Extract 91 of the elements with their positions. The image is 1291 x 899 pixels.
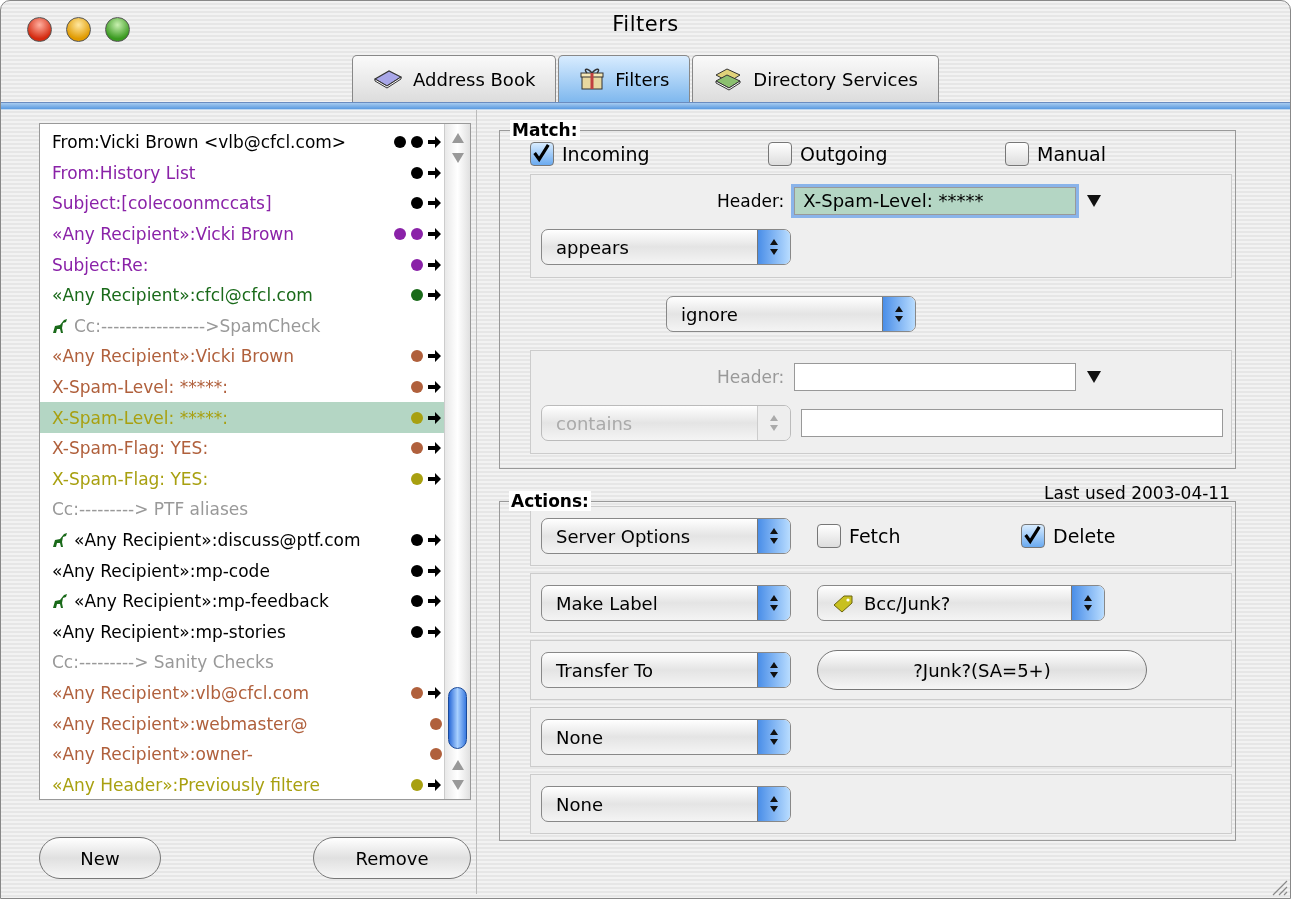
checkbox[interactable]: Delete (1021, 524, 1116, 548)
filter-name: Subject:[colecoonmccats] (52, 193, 272, 214)
filter-name: X-Spam-Level: *****: (52, 377, 228, 398)
checkbox[interactable]: Manual (1005, 142, 1232, 166)
filter-name: «Any Recipient»:discuss@ptf.com (74, 530, 361, 550)
tab[interactable]: Address Book (352, 55, 557, 102)
books-icon (713, 67, 744, 91)
scroll-thumb[interactable] (448, 687, 467, 749)
header-label: Header: (717, 367, 785, 387)
header-field[interactable]: X-Spam-Level: ***** (794, 187, 1077, 215)
updown-arrows-icon (894, 305, 904, 323)
filter-name: «Any Recipient»:Vicki Brown (52, 346, 295, 367)
filter-name: From:Vicki Brown <vlb@cfcl.com> (52, 132, 347, 153)
filter-row[interactable]: «Any Recipient»:mp-stories (40, 616, 444, 648)
scroll-down-icon[interactable] (450, 152, 465, 164)
checkmark-icon (1022, 525, 1042, 545)
updown-arrows-icon (769, 661, 779, 679)
push-button[interactable]: Remove (313, 837, 471, 879)
filter-row[interactable]: «Any Recipient»:mp-code (40, 555, 444, 586)
filter-name: «Any Recipient»:mp-feedback (74, 591, 329, 612)
checkbox[interactable]: Fetch (817, 524, 1021, 548)
filter-row[interactable]: «Any Recipient»:Vicki Brown (40, 341, 444, 372)
updown-arrows-icon (769, 414, 779, 432)
checkbox[interactable]: Outgoing (768, 142, 1005, 166)
window-title: Filters (612, 12, 679, 36)
filter-row[interactable]: Subject:Re: (40, 249, 444, 280)
filter-name: «Any Recipient»:webmaster@ (52, 713, 308, 734)
push-button[interactable]: New (39, 837, 161, 879)
filter-name: «Any Recipient»:owner- (52, 744, 253, 765)
updown-arrows-icon (769, 527, 779, 545)
filter-name: X-Spam-Level: *****: (52, 407, 228, 428)
filter-row[interactable]: «Any Recipient»:mp-feedback (40, 585, 444, 617)
filter-row[interactable]: «Any Recipient»:owner- (40, 738, 444, 770)
popup-button[interactable]: None (541, 719, 791, 755)
filter-name: Subject:Re: (52, 254, 149, 275)
section-title: Match: (510, 120, 580, 140)
tab[interactable]: Directory Services (692, 55, 939, 102)
filter-name: From:History List (52, 162, 196, 183)
filter-row[interactable]: From:History List (40, 157, 444, 189)
popup-button[interactable]: None (541, 786, 791, 822)
filter-row[interactable]: From:Vicki Brown <vlb@cfcl.com> (40, 127, 444, 158)
dropdown-triangle-icon[interactable] (1086, 370, 1103, 384)
checkmark-icon (531, 143, 551, 163)
filter-name: X-Spam-Flag: YES: (52, 438, 209, 459)
filter-row[interactable]: Subject:[colecoonmccats] (40, 188, 444, 219)
filter-row[interactable]: «Any Recipient»:cfcl@cfcl.com (40, 279, 444, 311)
popup-button[interactable]: appears (541, 229, 791, 265)
filter-name: «Any Recipient»:mp-code (52, 560, 270, 581)
filter-row[interactable]: «Any Recipient»:discuss@ptf.com (40, 524, 444, 556)
last-used-label: Last used 2003-04-11 (1044, 483, 1230, 503)
updown-arrows-icon (769, 795, 779, 813)
zoom-button[interactable] (105, 17, 130, 42)
section-title: Actions: (509, 491, 591, 511)
header-label: Header: (717, 191, 785, 211)
updown-arrows-icon (769, 594, 779, 612)
filter-name: «Any Recipient»:vlb@cfcl.com (52, 683, 310, 703)
filter-name: «Any Recipient»:cfcl@cfcl.com (52, 285, 313, 306)
updown-arrows-icon (769, 238, 779, 256)
filter-row[interactable]: X-Spam-Flag: YES: (40, 432, 444, 464)
filter-name: X-Spam-Flag: YES: (52, 468, 209, 489)
filter-row[interactable]: «Any Recipient»:webmaster@ (40, 708, 444, 739)
scroll-up-icon[interactable] (450, 759, 465, 771)
filter-row[interactable]: «Any Recipient»:Vicki Brown (40, 218, 444, 250)
updown-arrows-icon (1083, 594, 1093, 612)
filter-name: Cc:----------------->SpamCheck (74, 315, 321, 336)
filter-name: «Any Recipient»:mp-stories (52, 621, 286, 642)
filter-name: «Any Header»:Previously filtere (52, 774, 320, 795)
popup-button[interactable]: Server Options (541, 518, 791, 554)
checkbox[interactable]: Incoming (530, 142, 768, 166)
popup-button[interactable]: Transfer To (541, 652, 791, 688)
gift-box-icon (579, 67, 606, 91)
header-field[interactable] (794, 363, 1077, 391)
popup-button[interactable]: ignore (666, 296, 916, 332)
popup-button[interactable]: Make Label (541, 585, 791, 621)
mailbox-button[interactable]: ?Junk?(SA=5+) (817, 650, 1147, 690)
filter-name: Cc:---------> PTF aliases (52, 499, 249, 520)
book-icon (373, 69, 404, 89)
tag-icon (832, 593, 856, 613)
dropdown-triangle-icon[interactable] (1086, 194, 1103, 208)
updown-arrows-icon (769, 728, 779, 746)
minimize-button[interactable] (66, 17, 91, 42)
tab[interactable]: Filters (558, 55, 691, 102)
scroll-up-icon[interactable] (450, 132, 465, 144)
scroll-down-icon[interactable] (450, 779, 465, 791)
filter-name: Cc:---------> Sanity Checks (52, 652, 274, 673)
close-button[interactable] (27, 17, 52, 42)
scrollbar[interactable] (444, 124, 470, 799)
label-popup-button[interactable]: Bcc/Junk? (817, 585, 1105, 621)
filter-name: «Any Recipient»:Vicki Brown (52, 224, 295, 245)
filter-row[interactable]: X-Spam-Level: *****: (40, 371, 444, 403)
filter-row[interactable]: «Any Recipient»:vlb@cfcl.com (40, 677, 444, 709)
